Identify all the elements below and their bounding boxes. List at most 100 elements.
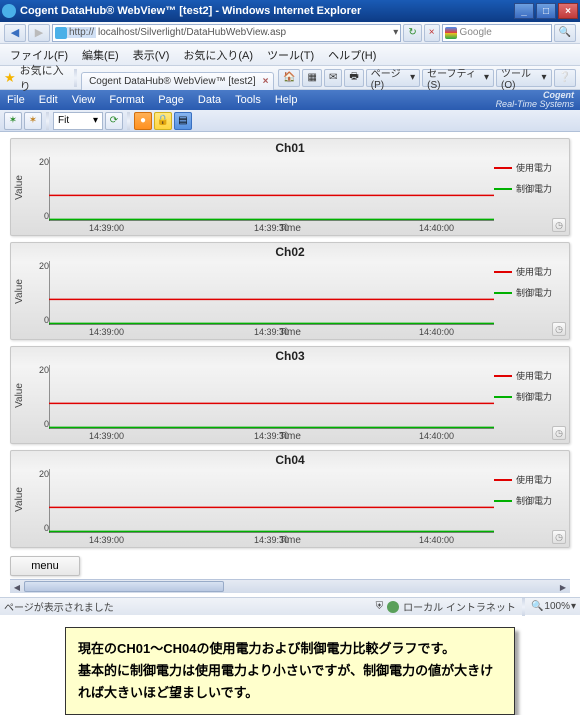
tab-title: Cogent DataHub® WebView™ [test2] <box>89 76 256 87</box>
security-zone: ローカル イントラネット <box>403 599 516 614</box>
site-icon <box>55 27 67 39</box>
chart-panel: Ch04Value20014:39:0014:39:3014:40:00使用電力… <box>10 450 570 548</box>
tool-2[interactable]: ✶ <box>24 112 42 130</box>
minimize-button[interactable]: _ <box>514 3 534 19</box>
app-menu-format[interactable]: Format <box>102 94 151 106</box>
chart-clock-icon[interactable]: ◷ <box>552 218 566 232</box>
legend-label: 使用電力 <box>516 369 552 382</box>
chart-panel: Ch01Value20014:39:0014:39:3014:40:00使用電力… <box>10 138 570 236</box>
legend-label: 使用電力 <box>516 265 552 278</box>
search-button[interactable]: 🔍 <box>554 24 576 42</box>
legend-label: 制御電力 <box>516 494 552 507</box>
scroll-thumb[interactable] <box>24 581 224 592</box>
ie-tab-row: ★ お気に入り Cogent DataHub® WebView™ [test2]… <box>0 66 580 90</box>
app-icon <box>2 4 16 18</box>
description-callout: 現在のCH01～CH04の使用電力および制御電力比較グラフです。 基本的に制御電… <box>65 627 515 715</box>
maximize-button[interactable]: □ <box>536 3 556 19</box>
back-button[interactable]: ◀ <box>4 24 26 42</box>
app-menu-page[interactable]: Page <box>151 94 191 106</box>
plot-area: 14:39:0014:39:3014:40:00 <box>49 469 494 533</box>
chart-title: Ch04 <box>11 453 569 467</box>
tool-6[interactable]: ▤ <box>174 112 192 130</box>
search-box[interactable]: Google <box>442 24 552 42</box>
chart-panel: Ch03Value20014:39:0014:39:3014:40:00使用電力… <box>10 346 570 444</box>
tool-1[interactable]: ✶ <box>4 112 22 130</box>
tab-close-icon[interactable]: × <box>263 76 269 87</box>
x-axis-label: Time <box>11 223 569 234</box>
mail-button[interactable]: ✉ <box>324 69 342 87</box>
app-menubar: File Edit View Format Page Data Tools He… <box>0 90 580 110</box>
app-menu-help[interactable]: Help <box>268 94 305 106</box>
menu-view[interactable]: 表示(V) <box>127 47 176 63</box>
callout-line1: 現在のCH01～CH04の使用電力および制御電力比較グラフです。 <box>78 638 502 660</box>
menu-tools[interactable]: ツール(T) <box>261 47 320 63</box>
x-axis-label: Time <box>11 327 569 338</box>
scroll-right-arrow[interactable]: ▶ <box>556 580 570 594</box>
print-button[interactable]: 🖶 <box>344 69 363 87</box>
chart-title: Ch03 <box>11 349 569 363</box>
url-scheme: http:// <box>67 27 96 38</box>
brand-logo: Cogent Real-Time Systems <box>490 91 580 109</box>
tool-5[interactable]: 🔒 <box>154 112 172 130</box>
plot-area: 14:39:0014:39:3014:40:00 <box>49 157 494 221</box>
stop-button[interactable]: × <box>424 24 440 42</box>
tool-4[interactable]: ● <box>134 112 152 130</box>
window-title: Cogent DataHub® WebView™ [test2] - Windo… <box>20 5 361 17</box>
app-menu-view[interactable]: View <box>65 94 103 106</box>
plot-area: 14:39:0014:39:3014:40:00 <box>49 261 494 325</box>
menu-file[interactable]: ファイル(F) <box>4 47 74 63</box>
app-menu-tools[interactable]: Tools <box>228 94 268 106</box>
content-area: Ch01Value20014:39:0014:39:3014:40:00使用電力… <box>0 132 580 597</box>
forward-button[interactable]: ▶ <box>28 24 50 42</box>
legend-label: 制御電力 <box>516 286 552 299</box>
chart-clock-icon[interactable]: ◷ <box>552 426 566 440</box>
close-button[interactable]: × <box>558 3 578 19</box>
refresh-button[interactable]: ↻ <box>403 24 421 42</box>
app-menu-data[interactable]: Data <box>191 94 228 106</box>
menu-button[interactable]: menu <box>10 556 80 576</box>
menu-edit[interactable]: 編集(E) <box>76 47 125 63</box>
address-bar[interactable]: http:// localhost/Silverlight/DataHubWeb… <box>52 24 401 42</box>
menu-favorites[interactable]: お気に入り(A) <box>177 47 259 63</box>
scroll-left-arrow[interactable]: ◀ <box>10 580 24 594</box>
feeds-button[interactable]: ▦ <box>302 69 321 87</box>
zoom-fit-select[interactable]: Fit▾ <box>53 112 103 130</box>
url-text: localhost/Silverlight/DataHubWebView.asp <box>98 27 286 38</box>
legend-label: 制御電力 <box>516 390 552 403</box>
callout-line2: 基本的に制御電力は使用電力より小さいですが、制御電力の値が大きければ大きいほど望… <box>78 660 502 704</box>
menu-help[interactable]: ヘルプ(H) <box>322 47 382 63</box>
protected-mode-icon: ⛨ <box>376 601 384 612</box>
horizontal-scrollbar[interactable]: ◀ ▶ <box>10 579 570 593</box>
home-button[interactable]: 🏠 <box>278 69 300 87</box>
chart-title: Ch02 <box>11 245 569 259</box>
help-button[interactable]: ❔ <box>554 69 576 87</box>
tool-3[interactable]: ⟳ <box>105 112 123 130</box>
status-text: ページが表示されました <box>4 599 114 614</box>
app-menu-edit[interactable]: Edit <box>32 94 65 106</box>
safety-button[interactable]: セーフティ(S) ▾ <box>422 69 494 87</box>
app-toolbar: ✶ ✶ Fit▾ ⟳ ● 🔒 ▤ <box>0 110 580 132</box>
zoom-control[interactable]: 🔍 100% ▾ <box>531 601 576 612</box>
google-icon <box>445 27 457 39</box>
zone-icon <box>387 601 399 613</box>
tools-button[interactable]: ツール(O) ▾ <box>496 69 552 87</box>
ie-menu-row: ファイル(F) 編集(E) 表示(V) お気に入り(A) ツール(T) ヘルプ(… <box>0 44 580 66</box>
window-titlebar: Cogent DataHub® WebView™ [test2] - Windo… <box>0 0 580 22</box>
x-axis-label: Time <box>11 431 569 442</box>
page-button[interactable]: ページ(P) ▾ <box>366 69 420 87</box>
search-provider: Google <box>460 27 492 38</box>
legend-label: 制御電力 <box>516 182 552 195</box>
app-menu-file[interactable]: File <box>0 94 32 106</box>
ie-nav-row: ◀ ▶ http:// localhost/Silverlight/DataHu… <box>0 22 580 44</box>
addr-dropdown-icon[interactable]: ▾ <box>393 27 398 38</box>
chart-panel: Ch02Value20014:39:0014:39:3014:40:00使用電力… <box>10 242 570 340</box>
browser-tab[interactable]: Cogent DataHub® WebView™ [test2] × <box>81 72 274 90</box>
status-bar: ページが表示されました ⛨ ローカル イントラネット 🔍 100% ▾ <box>0 597 580 615</box>
legend-label: 使用電力 <box>516 161 552 174</box>
chart-clock-icon[interactable]: ◷ <box>552 530 566 544</box>
favorites-label[interactable]: お気に入り <box>20 62 71 94</box>
chart-clock-icon[interactable]: ◷ <box>552 322 566 336</box>
plot-area: 14:39:0014:39:3014:40:00 <box>49 365 494 429</box>
favorites-star-icon[interactable]: ★ <box>4 70 16 86</box>
x-axis-label: Time <box>11 535 569 546</box>
